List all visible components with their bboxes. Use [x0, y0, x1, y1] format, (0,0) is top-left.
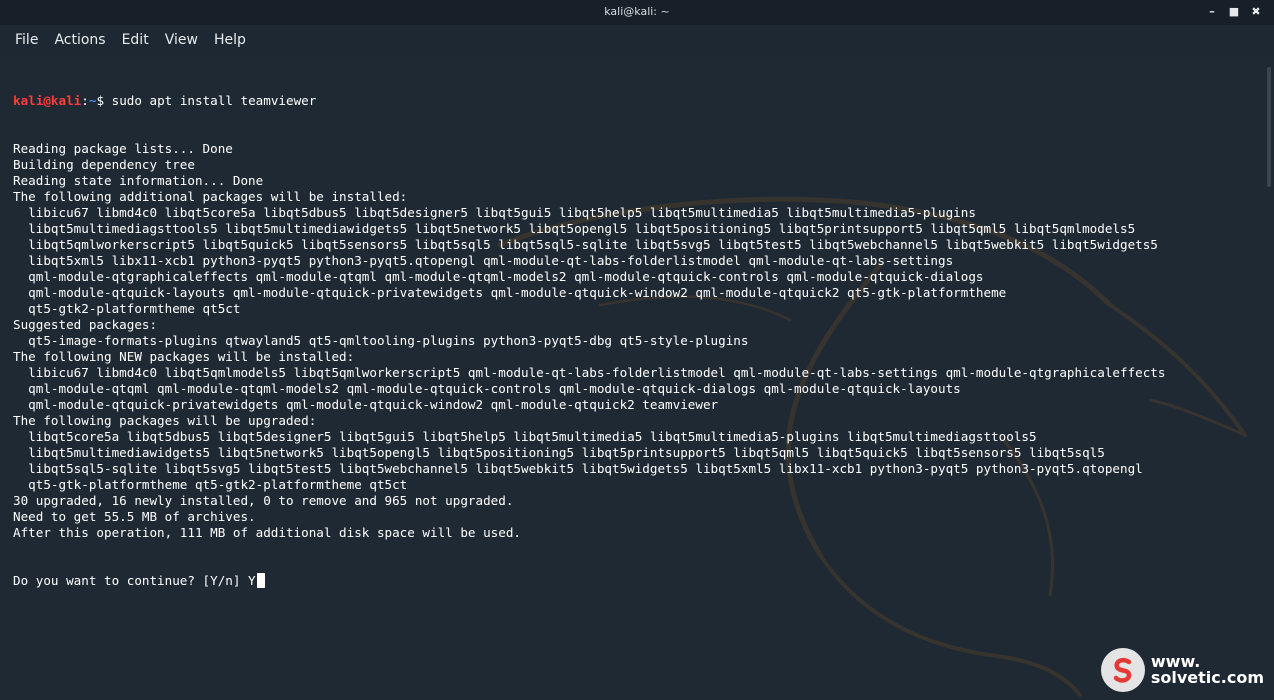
solvetic-watermark: www. solvetic.com	[1100, 648, 1264, 692]
prompt-user: kali@kali	[13, 93, 82, 108]
prompt-line: kali@kali:~$ sudo apt install teamviewer	[13, 93, 1165, 109]
output-line: libicu67 libmd4c0 libqt5core5a libqt5dbu…	[13, 205, 976, 220]
output-line: libicu67 libmd4c0 libqt5qmlmodels5 libqt…	[13, 365, 1166, 380]
menu-view[interactable]: View	[158, 28, 205, 52]
menu-bar: File Actions Edit View Help	[0, 25, 1274, 55]
output-line: The following packages will be upgraded:	[13, 413, 317, 428]
menu-edit[interactable]: Edit	[115, 28, 156, 52]
terminal-area[interactable]: kali@kali:~$ sudo apt install teamviewer…	[0, 55, 1274, 700]
menu-actions[interactable]: Actions	[47, 28, 112, 52]
output-line: 30 upgraded, 16 newly installed, 0 to re…	[13, 493, 514, 508]
output-line: After this operation, 111 MB of addition…	[13, 525, 521, 540]
output-line: The following additional packages will b…	[13, 189, 408, 204]
output-line: qt5-image-formats-plugins qtwayland5 qt5…	[13, 333, 749, 348]
output-line: qt5-gtk2-platformtheme qt5ct	[13, 301, 241, 316]
window-title: kali@kali: ~	[604, 5, 670, 18]
output-line: qml-module-qtgraphicaleffects qml-module…	[13, 269, 984, 284]
output-line: libqt5sql5-sqlite libqt5svg5 libqt5test5…	[13, 461, 1143, 476]
question-text: Do you want to continue? [Y/n]	[13, 573, 249, 588]
watermark-text: www. solvetic.com	[1151, 654, 1264, 686]
watermark-line2: solvetic.com	[1150, 668, 1264, 687]
output-line: Reading package lists... Done	[13, 141, 233, 156]
prompt-separator: :	[81, 93, 89, 108]
close-button[interactable]: ✖	[1248, 3, 1264, 21]
answer-text: Y	[248, 573, 256, 588]
output-line: qml-module-qtqml qml-module-qtqml-models…	[13, 381, 961, 396]
scrollbar[interactable]	[1267, 67, 1271, 187]
output-line: qt5-gtk-platformtheme qt5-gtk2-platformt…	[13, 477, 408, 492]
output-line: libqt5core5a libqt5dbus5 libqt5designer5…	[13, 429, 1037, 444]
maximize-button[interactable]: ■	[1226, 3, 1242, 21]
output-line: Building dependency tree	[13, 157, 195, 172]
text-cursor	[256, 573, 265, 588]
output-line: libqt5multimediawidgets5 libqt5network5 …	[13, 445, 1105, 460]
window-controls: – ■ ✖	[1204, 3, 1264, 21]
minimize-button[interactable]: –	[1204, 3, 1220, 21]
output-line: qml-module-qtquick-privatewidgets qml-mo…	[13, 397, 719, 412]
output-line: Need to get 55.5 MB of archives.	[13, 509, 256, 524]
title-bar[interactable]: kali@kali: ~ – ■ ✖	[0, 0, 1274, 25]
output-line: libqt5xml5 libx11-xcb1 python3-pyqt5 pyt…	[13, 253, 954, 268]
command-text: sudo apt install teamviewer	[111, 93, 317, 108]
menu-help[interactable]: Help	[207, 28, 253, 52]
output-line: Suggested packages:	[13, 317, 158, 332]
prompt-symbol: $	[96, 93, 112, 108]
menu-file[interactable]: File	[8, 28, 45, 52]
terminal-output: kali@kali:~$ sudo apt install teamviewer…	[13, 61, 1165, 621]
output-line: libqt5multimediagsttools5 libqt5multimed…	[13, 221, 1136, 236]
question-line: Do you want to continue? [Y/n] Y	[13, 573, 1165, 589]
output-line: Reading state information... Done	[13, 173, 264, 188]
output-lines: Reading package lists... Done Building de…	[13, 141, 1165, 541]
solvetic-logo-icon	[1100, 648, 1145, 692]
output-line: libqt5qmlworkerscript5 libqt5quick5 libq…	[13, 237, 1158, 252]
output-line: The following NEW packages will be insta…	[13, 349, 355, 364]
terminal-window: kali@kali: ~ – ■ ✖ File Actions Edit Vie…	[0, 0, 1274, 700]
output-line: qml-module-qtquick-layouts qml-module-qt…	[13, 285, 1007, 300]
